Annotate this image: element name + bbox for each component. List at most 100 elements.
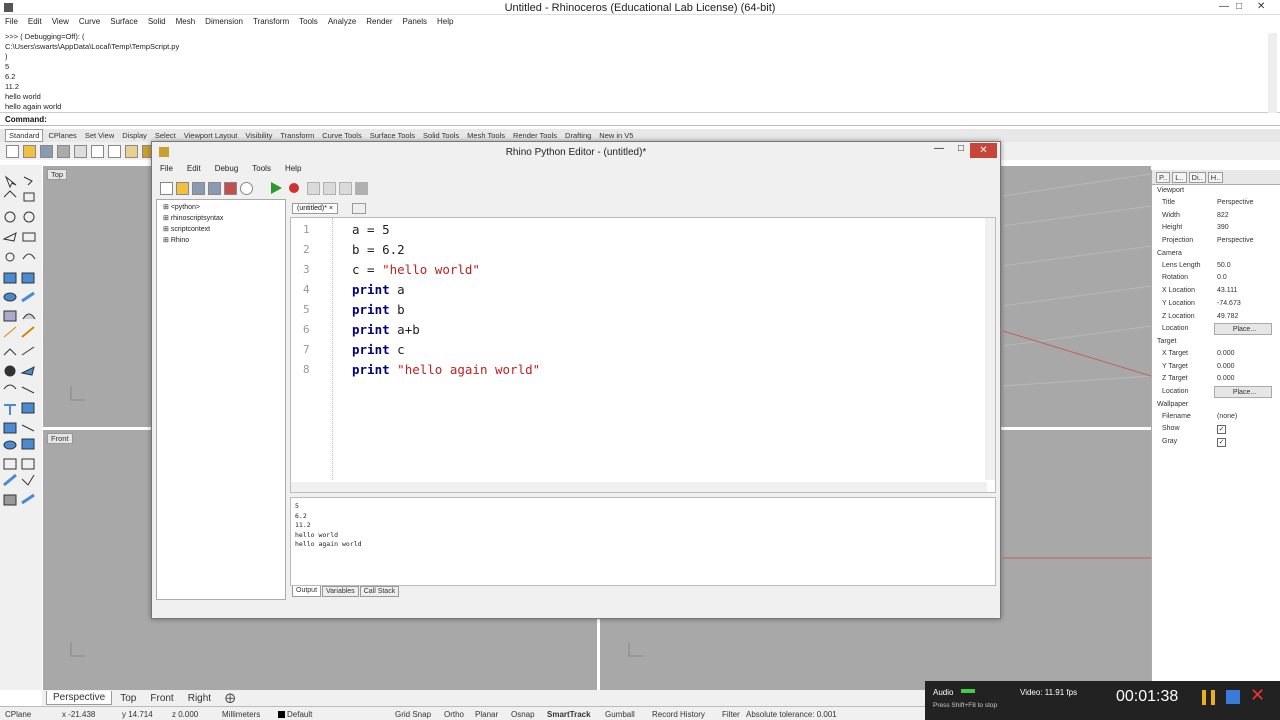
menu-surface[interactable]: Surface	[110, 17, 138, 26]
close-tab-icon[interactable]: ×	[329, 205, 333, 212]
editor-save-icon[interactable]	[192, 181, 205, 195]
tab-help-panel[interactable]: H..	[1207, 171, 1224, 183]
tab-standard[interactable]: Standard	[5, 129, 44, 142]
tab-perspective[interactable]: Perspective	[46, 691, 113, 705]
tab-new-in-v5[interactable]: New in V5	[596, 130, 636, 141]
prop-value[interactable]: 43.111	[1214, 285, 1272, 297]
add-viewport-tab-icon[interactable]: ⨁	[219, 692, 241, 705]
editor-minimize-button[interactable]: —	[934, 143, 944, 154]
editor-menu-tools[interactable]: Tools	[252, 164, 271, 173]
command-history[interactable]: >>> ( Debugging=Off): ( C:\Users\swarts\…	[0, 29, 1280, 113]
menu-curve[interactable]: Curve	[79, 17, 100, 26]
menu-view[interactable]: View	[52, 17, 69, 26]
code-vertical-scrollbar[interactable]	[985, 218, 995, 480]
editor-new-icon[interactable]	[160, 181, 173, 195]
new-tab-icon[interactable]	[352, 203, 366, 214]
status-grid-snap[interactable]: Grid Snap	[395, 710, 431, 719]
status-cplane[interactable]: CPlane	[5, 710, 31, 719]
tab-visibility[interactable]: Visibility	[242, 130, 275, 141]
show-checkbox[interactable]: ✓	[1217, 425, 1226, 435]
tab-mesh-tools[interactable]: Mesh Tools	[464, 130, 508, 141]
status-filter[interactable]: Filter	[722, 710, 740, 719]
tab-select[interactable]: Select	[152, 130, 179, 141]
editor-menu-edit[interactable]: Edit	[187, 164, 201, 173]
editor-menu-help[interactable]: Help	[285, 164, 301, 173]
status-layer[interactable]: Default	[287, 710, 312, 719]
menu-help[interactable]: Help	[437, 17, 453, 26]
tab-cplanes[interactable]: CPlanes	[45, 130, 79, 141]
gray-checkbox[interactable]: ✓	[1217, 438, 1226, 447]
menu-analyze[interactable]: Analyze	[328, 17, 356, 26]
tab-output[interactable]: Output	[292, 586, 322, 597]
target-place-button[interactable]: Place...	[1214, 385, 1272, 398]
menu-render[interactable]: Render	[366, 17, 392, 26]
stop-debug-icon[interactable]	[355, 181, 368, 195]
prop-value[interactable]: 0.000	[1214, 373, 1272, 385]
prop-value[interactable]: 49.782	[1214, 311, 1272, 323]
tab-set-view[interactable]: Set View	[82, 130, 117, 141]
prop-value[interactable]: 0.000	[1214, 348, 1272, 360]
editor-menu-file[interactable]: File	[160, 164, 173, 173]
tab-right[interactable]: Right	[182, 692, 217, 705]
new-file-icon[interactable]	[6, 144, 19, 158]
camera-place-button[interactable]: Place...	[1214, 323, 1272, 336]
editor-find-icon[interactable]	[240, 181, 253, 195]
tab-front[interactable]: Front	[144, 692, 179, 705]
print-icon[interactable]	[57, 144, 70, 158]
status-osnap[interactable]: Osnap	[511, 710, 535, 719]
prop-value[interactable]: 0.000	[1214, 361, 1272, 373]
step-out-icon[interactable]	[339, 181, 352, 195]
tab-variables[interactable]: Variables	[322, 586, 359, 597]
editor-maximize-button[interactable]: □	[958, 143, 964, 154]
menu-dimension[interactable]: Dimension	[205, 17, 243, 26]
debug-icon[interactable]	[286, 181, 304, 195]
editor-tab-untitled[interactable]: (untitled)* ×	[292, 203, 339, 214]
menu-panels[interactable]: Panels	[403, 17, 427, 26]
menu-tools[interactable]: Tools	[299, 17, 318, 26]
prop-value[interactable]: (none)	[1214, 411, 1272, 423]
tab-display-panel[interactable]: Di..	[1188, 171, 1206, 183]
tab-display[interactable]: Display	[119, 130, 150, 141]
tree-item-rhinoscriptsyntax[interactable]: ⊞ rhinoscriptsyntax	[163, 214, 223, 224]
code-editor[interactable]: 1 a = 5 2 b = 6.2 3 c = "hello world" 4 print a…	[290, 217, 996, 493]
editor-close-button[interactable]: ✕	[970, 143, 997, 158]
prop-value[interactable]: -74.673	[1214, 298, 1272, 310]
minimize-button[interactable]: —	[1219, 1, 1229, 12]
tab-render-tools[interactable]: Render Tools	[510, 130, 560, 141]
status-gumball[interactable]: Gumball	[605, 710, 635, 719]
status-record-history[interactable]: Record History	[652, 710, 705, 719]
editor-menu-debug[interactable]: Debug	[215, 164, 239, 173]
tab-surface-tools[interactable]: Surface Tools	[367, 130, 418, 141]
prop-value[interactable]: Perspective	[1214, 197, 1272, 209]
status-ortho[interactable]: Ortho	[444, 710, 464, 719]
menu-file[interactable]: File	[5, 17, 18, 26]
cut-icon[interactable]	[91, 144, 104, 158]
menu-transform[interactable]: Transform	[253, 17, 289, 26]
run-script-icon[interactable]	[269, 181, 283, 195]
editor-save-as-icon[interactable]	[224, 181, 237, 195]
tool-icons[interactable]	[0, 173, 42, 513]
open-file-icon[interactable]	[23, 144, 36, 158]
menu-mesh[interactable]: Mesh	[176, 17, 196, 26]
stop-recording-icon[interactable]	[1226, 690, 1240, 704]
status-smarttrack[interactable]: SmartTrack	[547, 710, 591, 719]
import-icon[interactable]	[74, 144, 87, 158]
tab-layers[interactable]: L..	[1172, 171, 1187, 183]
tab-top[interactable]: Top	[114, 692, 142, 705]
prop-value[interactable]: 390	[1214, 222, 1272, 234]
prop-value[interactable]: 822	[1214, 210, 1272, 222]
menu-solid[interactable]: Solid	[148, 17, 166, 26]
paste-icon[interactable]	[125, 144, 138, 158]
menu-edit[interactable]: Edit	[28, 17, 42, 26]
output-panel[interactable]: 5 6.2 11.2 hello world hello again world	[290, 497, 996, 586]
editor-open-icon[interactable]	[176, 181, 189, 195]
maximize-button[interactable]: □	[1236, 1, 1242, 12]
projection-dropdown[interactable]: Perspective	[1214, 235, 1272, 247]
prop-value[interactable]: 50.0	[1214, 260, 1272, 272]
step-into-icon[interactable]	[307, 181, 320, 195]
tree-item-rhino[interactable]: ⊞ Rhino	[163, 236, 189, 246]
tab-viewport-layout[interactable]: Viewport Layout	[181, 130, 241, 141]
code-horizontal-scrollbar[interactable]	[291, 482, 987, 492]
tree-item-python[interactable]: ⊞ <python>	[163, 203, 200, 213]
tab-properties[interactable]: P..	[1156, 171, 1171, 183]
